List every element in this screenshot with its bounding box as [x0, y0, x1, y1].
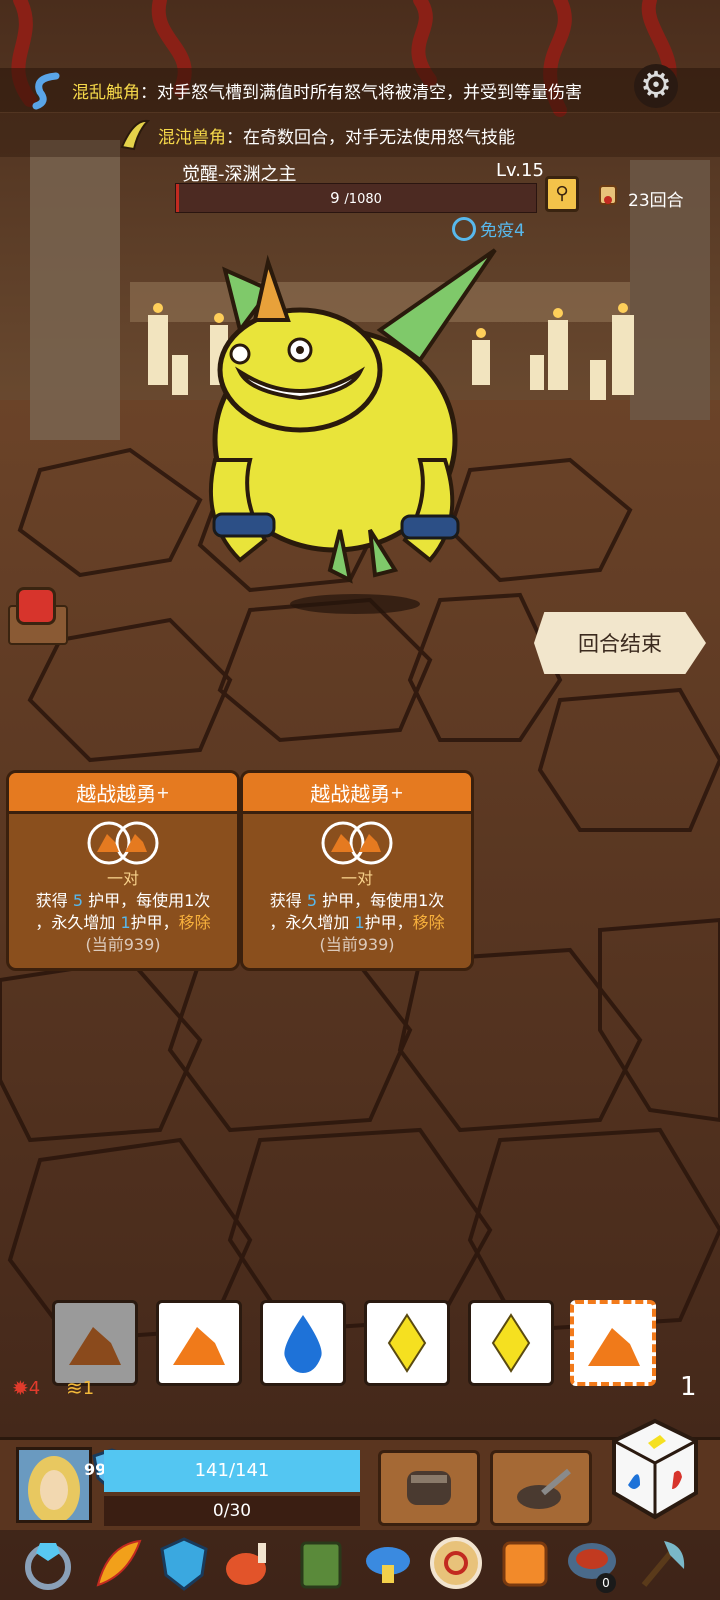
- orange-die-icon[interactable]: [496, 1535, 552, 1591]
- card-desc-line1: 获得 5 护甲，每使用1次: [269, 891, 445, 910]
- banner-beast-horn: 混沌兽角 ：在奇数回合，对手无法使用怒气技能: [0, 113, 720, 157]
- die-water[interactable]: [260, 1300, 346, 1386]
- card-title: 越战越勇 +: [243, 773, 471, 814]
- bowl-icon[interactable]: 0: [564, 1535, 620, 1593]
- magnifier-icon: ⚲: [555, 183, 569, 204]
- die-diamond[interactable]: [364, 1300, 450, 1386]
- pair-requirement-icon: [9, 820, 237, 868]
- boss-hp-bar: 9 /1080: [175, 183, 537, 213]
- axe-icon[interactable]: [634, 1535, 690, 1591]
- dig-skill-button[interactable]: [490, 1450, 592, 1526]
- immunity-badge: 免疫4: [452, 216, 525, 241]
- pair-requirement-icon: [243, 820, 471, 868]
- banner-tentacle: 混乱触角 ：对手怒气槽到满值时所有怒气将被清空，并受到等量伤害: [0, 68, 720, 112]
- die-diamond[interactable]: [468, 1300, 554, 1386]
- player-rage-bar: 0/30: [104, 1496, 360, 1526]
- roll-dice-button[interactable]: [608, 1415, 702, 1523]
- card-requirement: 一对: [340, 869, 373, 888]
- claw-status: ≋ 1: [66, 1376, 95, 1400]
- shield-gem-icon[interactable]: [156, 1535, 212, 1591]
- earth-icon: [173, 1327, 225, 1365]
- player-rage-text: 0/30: [212, 1501, 252, 1521]
- fist-icon: [407, 1471, 451, 1505]
- ability-name-beast-horn: 混沌兽角: [158, 127, 226, 148]
- boss-hp-text: 9 /1080: [176, 184, 536, 212]
- card-desc-line2: ，永久增加 1护甲，移除: [269, 913, 445, 932]
- diamond-icon: [491, 1313, 531, 1373]
- ability-desc-beast-horn: ：在奇数回合，对手无法使用怒气技能: [226, 127, 515, 148]
- shovel-icon: [517, 1468, 571, 1509]
- player-hp-text: 141/141: [194, 1460, 270, 1481]
- card-current: (当前939): [85, 935, 161, 954]
- ability-desc-tentacle: ：对手怒气槽到满值时所有怒气将被清空，并受到等量伤害: [140, 82, 582, 103]
- moss-book-icon[interactable]: [292, 1535, 348, 1591]
- die-earth-used[interactable]: [52, 1300, 138, 1386]
- claw-icon: ≋: [66, 1376, 83, 1400]
- fist-skill-button[interactable]: [378, 1450, 480, 1526]
- dice-count: 1: [680, 1372, 697, 1402]
- card-current: (当前939): [319, 935, 395, 954]
- die-earth[interactable]: [156, 1300, 242, 1386]
- ring-icon[interactable]: [20, 1535, 76, 1591]
- donut-icon[interactable]: [428, 1535, 484, 1591]
- mushroom-icon[interactable]: [360, 1535, 416, 1591]
- weight-item-button[interactable]: [0, 585, 84, 645]
- settings-gear-icon[interactable]: ⚙: [634, 64, 678, 108]
- dice-cube-icon: [612, 1418, 698, 1520]
- burn-status: ✹ 4: [12, 1376, 41, 1400]
- feather-icon[interactable]: [88, 1535, 144, 1591]
- tentacle-icon: [32, 72, 60, 110]
- beast-horn-icon: [120, 119, 151, 151]
- burn-icon: ✹: [12, 1376, 29, 1400]
- boss-level: Lv.15: [496, 160, 544, 181]
- player-avatar[interactable]: [16, 1447, 92, 1523]
- earth-icon: [588, 1328, 640, 1366]
- card-desc-line2: ，永久增加 1护甲，移除: [35, 913, 211, 932]
- bowl-count-badge: 0: [596, 1573, 616, 1593]
- end-turn-button[interactable]: 回合结束: [534, 612, 706, 674]
- turn-counter: 23回合: [628, 191, 684, 211]
- skill-card[interactable]: 越战越勇 + 一对 获得 5 护甲，每使用1次 ，永久增加 1护甲，移除 (当前9…: [240, 770, 474, 971]
- ability-name-tentacle: 混乱触角: [72, 82, 140, 103]
- skill-card[interactable]: 越战越勇 + 一对 获得 5 护甲，每使用1次 ，永久增加 1护甲，移除 (当前9…: [6, 770, 240, 971]
- card-requirement: 一对: [106, 869, 139, 888]
- boss-info-button[interactable]: ⚲: [545, 176, 579, 212]
- water-drop-icon: [284, 1315, 322, 1373]
- meat-icon[interactable]: [222, 1535, 278, 1591]
- weight-icon: [16, 587, 56, 625]
- card-title: 越战越勇 +: [9, 773, 237, 814]
- player-hp-bar: 141/141: [104, 1450, 360, 1492]
- boss-hp-max: /1080: [344, 192, 382, 207]
- immunity-text: 免疫4: [480, 221, 525, 241]
- card-desc-line1: 获得 5 护甲，每使用1次: [35, 891, 211, 910]
- die-earth-selected[interactable]: [570, 1300, 656, 1386]
- scroll-icon: [596, 182, 620, 208]
- earth-icon: [69, 1327, 121, 1365]
- boss-hp-current: 9: [330, 189, 340, 207]
- diamond-icon: [387, 1313, 427, 1373]
- immunity-icon: [452, 216, 476, 241]
